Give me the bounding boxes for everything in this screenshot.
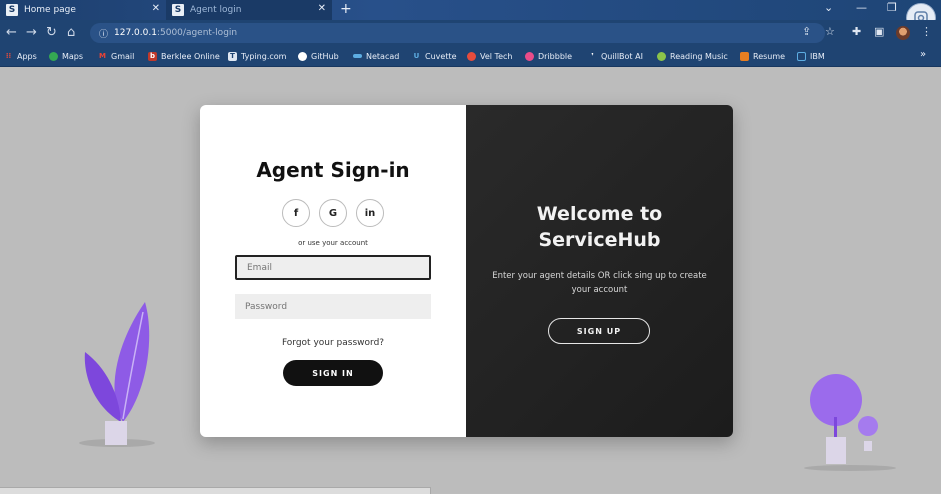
bookmark-gmail[interactable]: M Gmail: [98, 50, 134, 62]
ibm-icon: [797, 51, 806, 61]
extensions-icon[interactable]: ✚: [852, 25, 861, 38]
tab-strip: S Home page ✕ S Agent login ✕ + ⌄ — ❐: [0, 0, 941, 20]
reading-music-icon: [657, 51, 666, 61]
close-tab-icon[interactable]: ✕: [318, 3, 326, 14]
bookmark-reading-music[interactable]: Reading Music: [657, 50, 728, 62]
tab-agent-login[interactable]: S Agent login ✕: [166, 0, 332, 20]
veltech-icon: [467, 51, 476, 61]
more-bookmarks-icon[interactable]: »: [920, 49, 926, 60]
new-tab-icon[interactable]: +: [340, 1, 352, 17]
profile-avatar[interactable]: [896, 26, 910, 40]
sign-in-title: Agent Sign-in: [256, 158, 410, 182]
tab-home-page[interactable]: S Home page ✕: [0, 0, 166, 20]
tab-search-chevron-icon[interactable]: ⌄: [824, 1, 833, 14]
bookmarks-bar: ⁞⁞ Apps Maps M Gmail b Berklee Online T …: [0, 46, 941, 67]
typing-icon: T: [228, 51, 237, 61]
google-login-button[interactable]: G: [319, 199, 347, 227]
welcome-title-line: ServiceHub: [538, 229, 661, 251]
quillbot-icon: ❜: [591, 51, 594, 60]
bookmark-berklee-online[interactable]: b Berklee Online: [148, 50, 220, 62]
forgot-password-link[interactable]: Forgot your password?: [200, 338, 466, 348]
welcome-panel: Welcome to ServiceHub Enter your agent d…: [466, 105, 733, 437]
close-tab-icon[interactable]: ✕: [152, 3, 160, 14]
github-icon: [298, 51, 307, 61]
menu-kebab-icon[interactable]: ⋮: [921, 25, 932, 38]
sign-up-button[interactable]: SIGN UP: [548, 318, 650, 344]
plant-illustration: [79, 302, 155, 447]
sign-in-panel: Agent Sign-in f G in or use your account…: [200, 105, 466, 437]
url-host: 127.0.0.1: [114, 28, 157, 38]
resume-icon: [740, 51, 749, 61]
email-field[interactable]: [235, 255, 431, 280]
bookmark-maps[interactable]: Maps: [49, 50, 83, 62]
share-icon[interactable]: ⇪: [802, 25, 811, 38]
site-info-icon[interactable]: ⓘ: [99, 27, 108, 40]
bookmark-github[interactable]: GitHub: [298, 50, 339, 62]
url-field[interactable]: ⓘ 127.0.0.1:5000/agent-login: [90, 23, 825, 43]
home-icon[interactable]: ⌂: [67, 25, 75, 40]
bookmark-vel-tech[interactable]: Vel Tech: [467, 50, 512, 62]
reload-icon[interactable]: ↻: [46, 25, 57, 40]
cuvette-icon: U: [413, 51, 420, 60]
tab-title: Home page: [24, 5, 76, 15]
welcome-description: Enter your agent details OR click sing u…: [492, 271, 707, 295]
linkedin-icon: in: [364, 207, 376, 219]
bookmark-star-icon[interactable]: ☆: [825, 25, 835, 38]
bookmark-typing[interactable]: T Typing.com: [228, 50, 286, 62]
netacad-icon: [353, 54, 362, 58]
dribbble-icon: [525, 51, 534, 61]
bookmark-dribbble[interactable]: Dribbble: [525, 50, 572, 62]
welcome-title-line: Welcome to: [536, 203, 663, 225]
bookmark-ibm[interactable]: IBM: [797, 50, 825, 62]
plant-illustration: [804, 374, 896, 471]
password-field[interactable]: [235, 294, 431, 319]
facebook-login-button[interactable]: f: [282, 199, 310, 227]
url-path: :5000/agent-login: [156, 28, 238, 38]
side-panel-icon[interactable]: ▣: [874, 25, 884, 38]
linkedin-login-button[interactable]: in: [356, 199, 384, 227]
page-content: Agent Sign-in f G in or use your account…: [0, 67, 941, 493]
google-icon: G: [328, 207, 338, 219]
bookmark-quillbot[interactable]: ❜ QuillBot AI: [588, 50, 643, 62]
forward-icon[interactable]: →: [26, 25, 37, 40]
tab-title: Agent login: [190, 5, 242, 15]
berklee-icon: b: [148, 51, 157, 61]
apps-grid-icon: ⁞⁞: [5, 51, 12, 60]
bookmark-netacad[interactable]: Netacad: [353, 50, 399, 62]
facebook-icon: f: [293, 207, 299, 219]
address-bar-row: ← → ↻ ⌂ ⓘ 127.0.0.1:5000/agent-login ⇪ ☆…: [0, 20, 941, 46]
sign-in-button[interactable]: SIGN IN: [283, 360, 383, 386]
bookmark-apps[interactable]: ⁞⁞ Apps: [4, 50, 37, 62]
site-favicon-icon: S: [6, 4, 18, 16]
bookmark-resume[interactable]: Resume: [740, 50, 785, 62]
minimize-icon[interactable]: —: [856, 1, 867, 14]
login-card: Agent Sign-in f G in or use your account…: [200, 105, 733, 437]
use-account-caption: or use your account: [298, 239, 368, 247]
welcome-title: Welcome to ServiceHub: [466, 201, 733, 253]
site-favicon-icon: S: [172, 4, 184, 16]
bookmark-cuvette[interactable]: U Cuvette: [412, 50, 457, 62]
gmail-icon: M: [99, 51, 106, 60]
restore-icon[interactable]: ❐: [887, 1, 897, 14]
back-icon[interactable]: ←: [6, 25, 17, 40]
maps-pin-icon: [49, 51, 58, 61]
